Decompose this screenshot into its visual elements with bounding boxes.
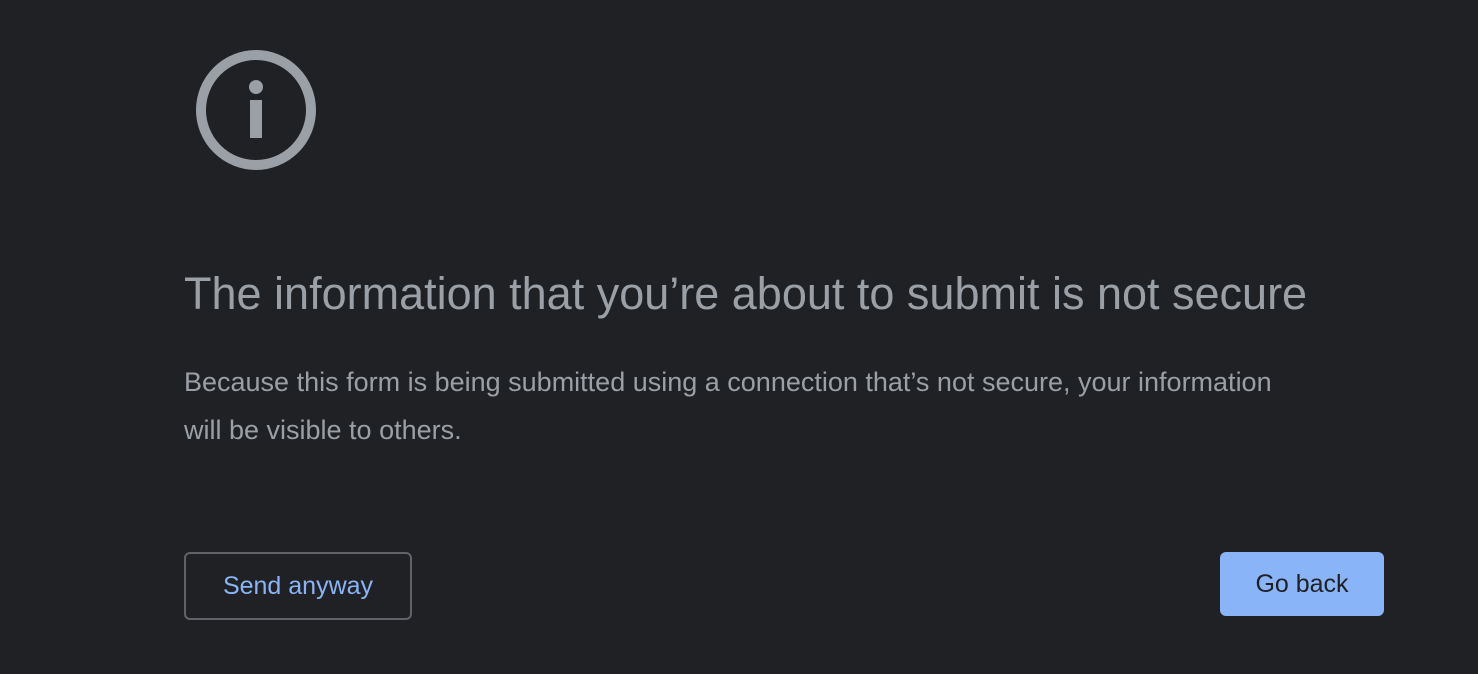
warning-message: Because this form is being submitted usi… [184, 367, 1272, 445]
page-title: The information that you’re about to sub… [184, 268, 1308, 319]
info-icon [196, 50, 316, 170]
send-anyway-button[interactable]: Send anyway [184, 552, 412, 620]
go-back-button[interactable]: Go back [1220, 552, 1384, 616]
interstitial-page: The information that you’re about to sub… [0, 0, 1478, 674]
